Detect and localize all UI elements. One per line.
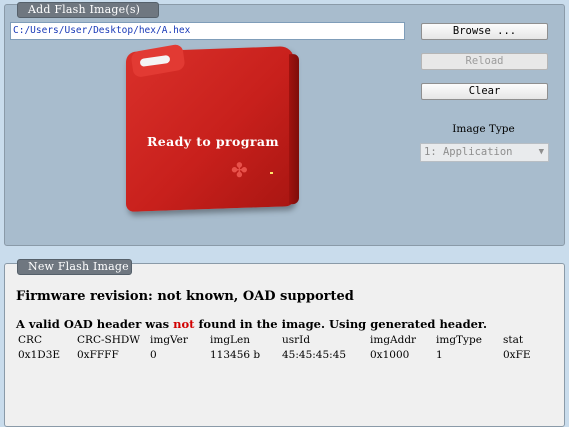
firmware-revision-text: Firmware revision: not known, OAD suppor…: [16, 289, 354, 304]
browse-button[interactable]: Browse ...: [421, 23, 548, 40]
column-value: 1: [436, 349, 443, 361]
column-value: 0xFFFF: [77, 349, 119, 361]
device-image: [126, 43, 299, 212]
column-header: CRC-SHDW: [77, 334, 141, 346]
column-header: imgType: [436, 334, 482, 346]
column-header: stat: [503, 334, 524, 346]
ti-logo-icon: ✤: [231, 158, 248, 182]
column-header: CRC: [18, 334, 42, 346]
column-header: imgLen: [210, 334, 250, 346]
column-value: 113456 b: [210, 349, 261, 361]
column-value: 0: [150, 349, 157, 361]
column-header: imgAddr: [370, 334, 417, 346]
clear-button[interactable]: Clear: [421, 83, 548, 100]
column-header: usrId: [282, 334, 311, 346]
oad-msg-negation: not: [173, 317, 195, 331]
device-side: [289, 53, 299, 205]
dropdown-arrow-icon: ▼: [538, 147, 544, 157]
column-value: 0x1D3E: [18, 349, 61, 361]
file-path-field[interactable]: C:/Users/User/Desktop/hex/A.hex: [10, 22, 405, 40]
column-value: 0x1000: [370, 349, 410, 361]
status-led: [270, 172, 273, 174]
image-type-select[interactable]: 1: Application ▼: [420, 143, 549, 162]
reload-button[interactable]: Reload: [421, 53, 548, 70]
device-status-text: Ready to program: [147, 134, 279, 149]
panel-title-add-flash: Add Flash Image(s): [17, 2, 159, 18]
oad-header-message: A valid OAD header was not found in the …: [16, 317, 487, 331]
oad-msg-part2: found in the image. Using generated head…: [194, 317, 487, 331]
column-value: 45:45:45:45: [282, 349, 347, 361]
column-header: imgVer: [150, 334, 188, 346]
column-value: 0xFE: [503, 349, 531, 361]
image-type-value: 1: Application: [424, 146, 513, 158]
panel-title-new-flash: New Flash Image: [17, 259, 132, 275]
image-type-label: Image Type: [452, 123, 515, 135]
oad-msg-part1: A valid OAD header was: [16, 317, 174, 331]
